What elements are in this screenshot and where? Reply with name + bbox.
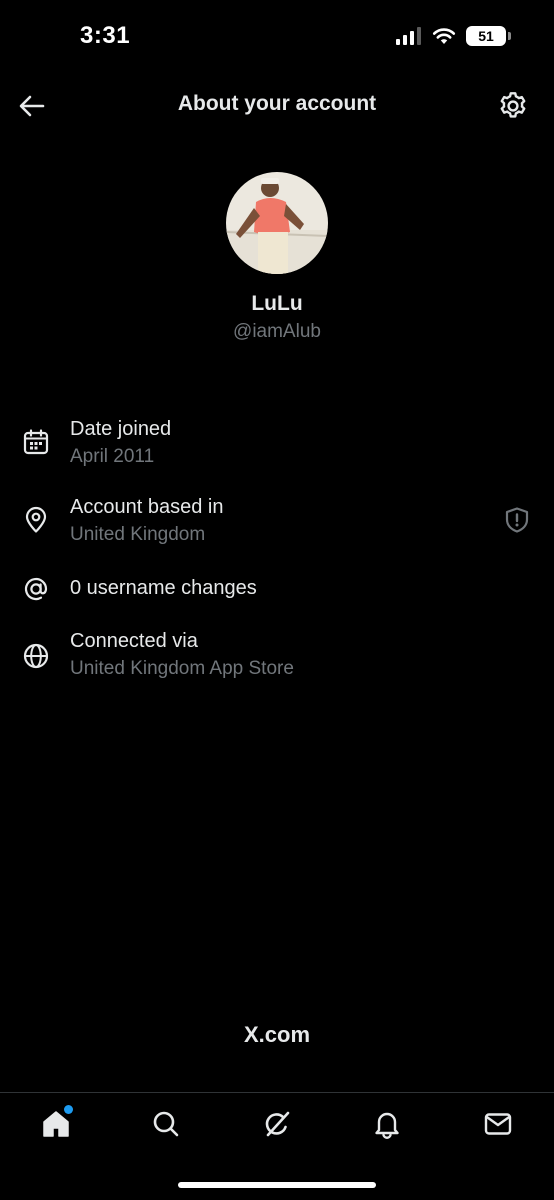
page-title: About your account bbox=[177, 92, 377, 115]
home-notification-dot bbox=[64, 1105, 73, 1114]
tab-messages[interactable] bbox=[481, 1107, 515, 1141]
tab-notifications[interactable] bbox=[370, 1107, 404, 1141]
globe-icon bbox=[23, 643, 49, 669]
about-account-screen: 3:31 51 About your account LuLu @iamAlub… bbox=[0, 0, 554, 1200]
settings-button[interactable] bbox=[497, 90, 529, 122]
account-based-value: United Kingdom bbox=[70, 524, 206, 545]
tab-grok[interactable] bbox=[260, 1107, 294, 1141]
status-bar: 3:31 51 bbox=[0, 0, 554, 74]
calendar-icon bbox=[23, 429, 49, 455]
avatar[interactable] bbox=[226, 172, 328, 274]
status-time: 3:31 bbox=[80, 22, 131, 49]
shield-alert-icon[interactable] bbox=[504, 506, 530, 534]
tab-home[interactable] bbox=[39, 1105, 73, 1141]
account-based-label: Account based in bbox=[70, 496, 224, 518]
connected-via-value: United Kingdom App Store bbox=[70, 658, 294, 679]
avatar-photo bbox=[226, 172, 328, 274]
battery-nub bbox=[508, 32, 511, 40]
bell-icon bbox=[375, 1112, 399, 1139]
cellular-signal-icon bbox=[396, 27, 421, 45]
search-icon bbox=[153, 1111, 179, 1137]
at-sign-icon bbox=[24, 577, 48, 601]
gear-icon bbox=[500, 92, 526, 118]
status-icons: 51 bbox=[396, 26, 511, 46]
grok-icon bbox=[265, 1111, 290, 1137]
home-indicator bbox=[178, 1182, 376, 1188]
username-changes-label: 0 username changes bbox=[70, 577, 257, 599]
mail-icon bbox=[484, 1113, 512, 1135]
battery-level: 51 bbox=[478, 28, 494, 44]
battery-indicator: 51 bbox=[466, 26, 511, 46]
date-joined-value: April 2011 bbox=[70, 446, 155, 467]
tab-search[interactable] bbox=[149, 1107, 183, 1141]
user-handle: @iamAlub bbox=[233, 321, 321, 342]
display-name: LuLu bbox=[251, 292, 303, 315]
location-pin-icon bbox=[25, 506, 47, 533]
connected-via-label: Connected via bbox=[70, 630, 198, 652]
wifi-icon bbox=[432, 28, 456, 44]
x-dot-com-label: X.com bbox=[243, 1022, 311, 1047]
date-joined-label: Date joined bbox=[70, 418, 172, 440]
page-header: About your account bbox=[0, 82, 554, 128]
